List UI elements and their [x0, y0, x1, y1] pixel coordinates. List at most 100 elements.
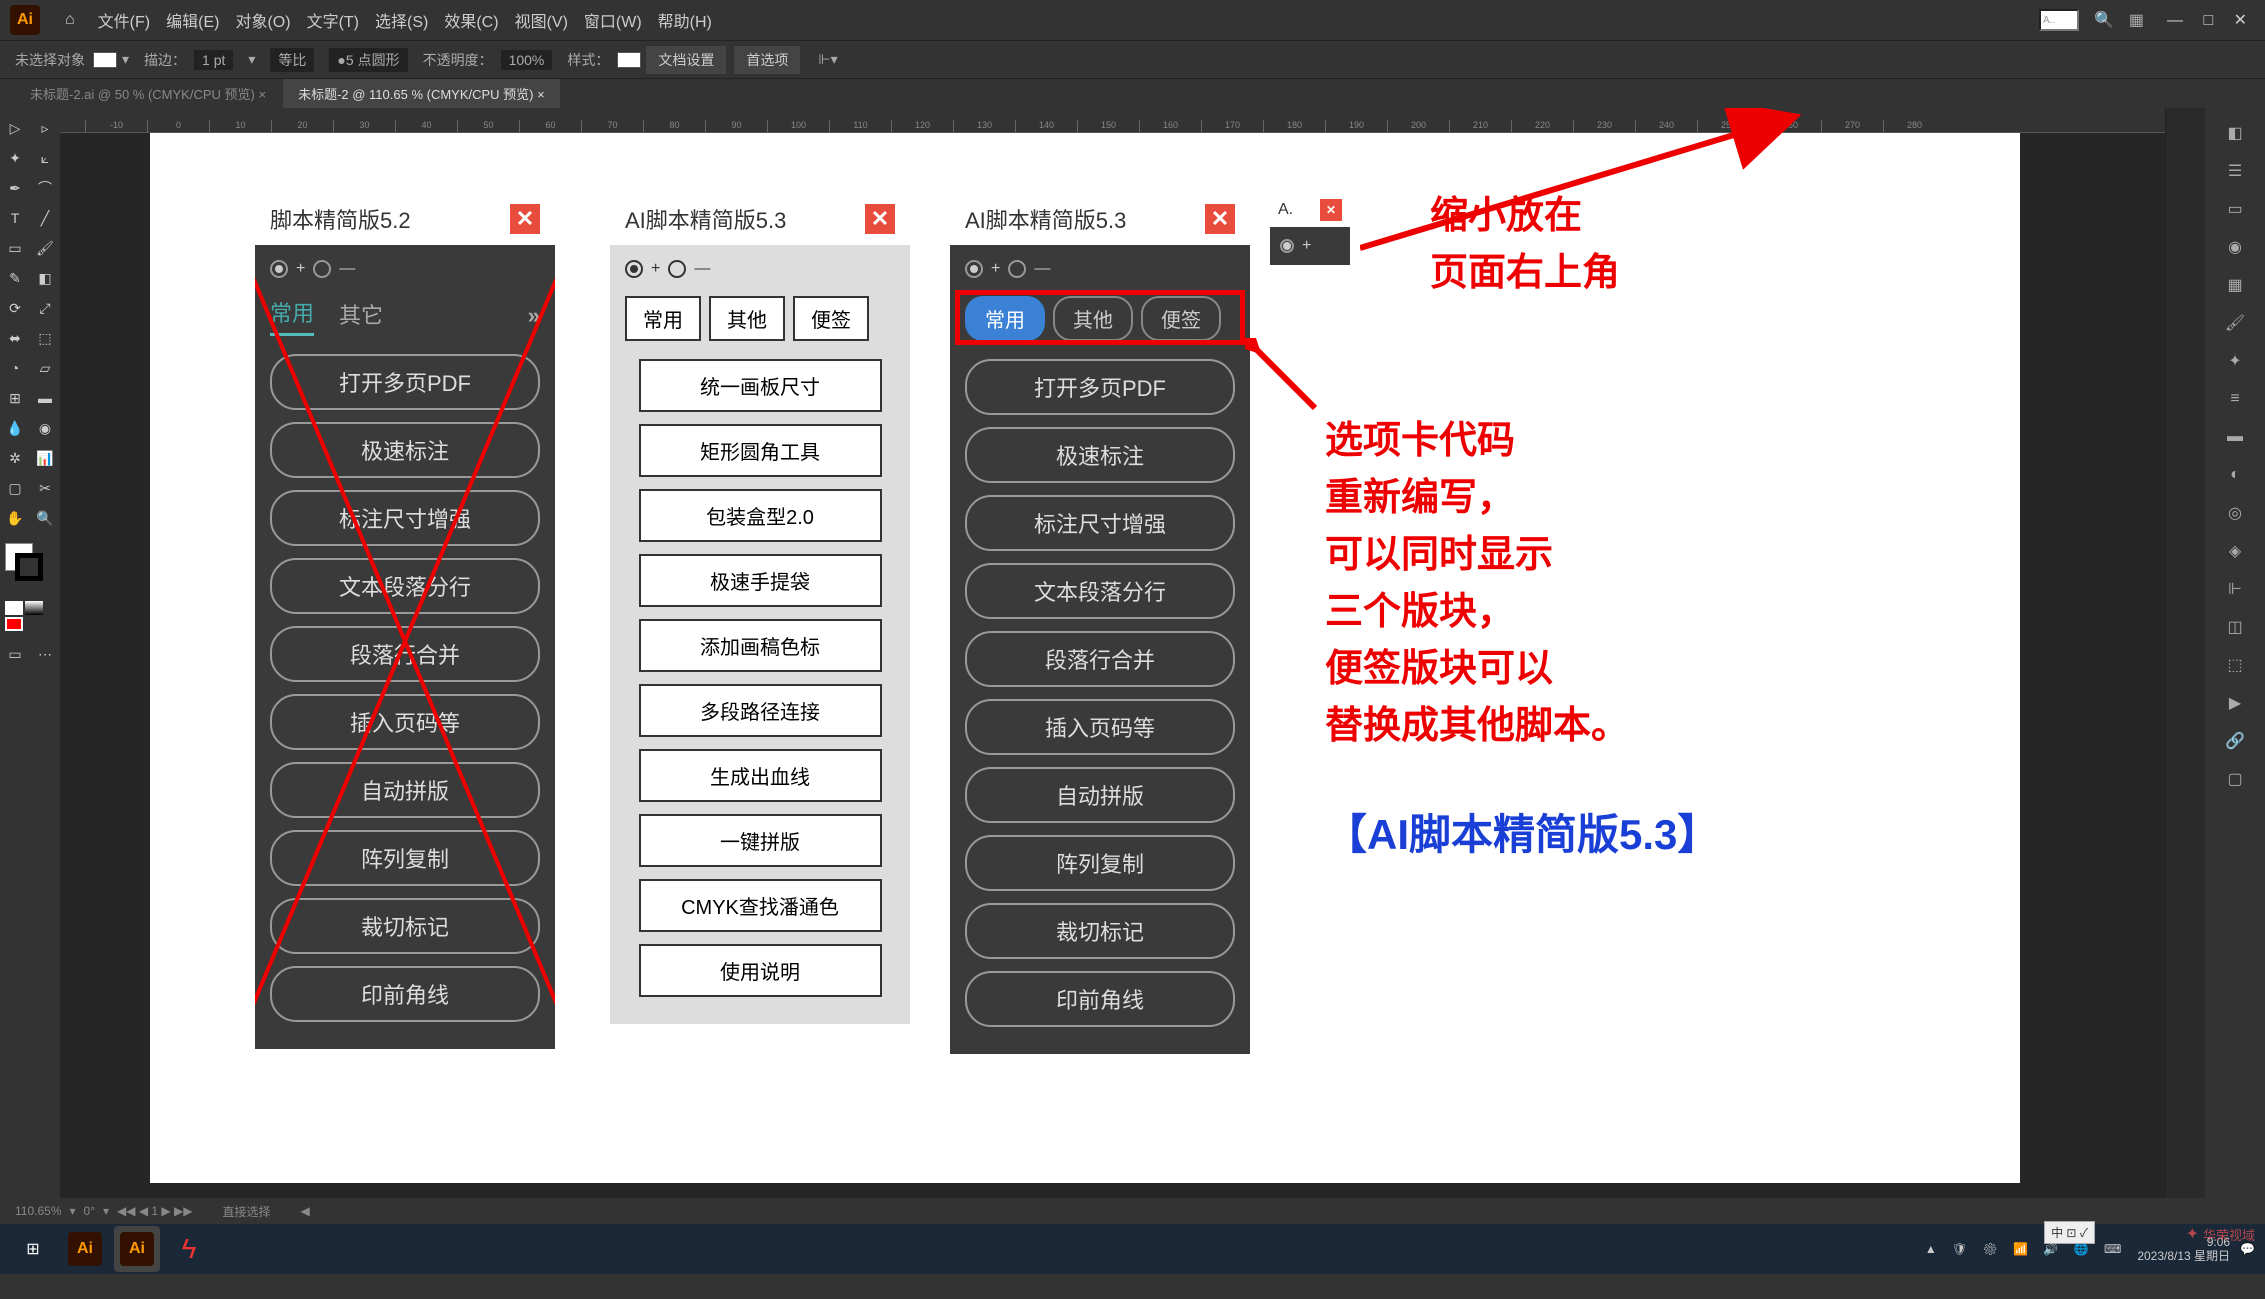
btn-crop-marks[interactable]: 裁切标记 — [270, 898, 540, 954]
btn-crop-marks[interactable]: 裁切标记 — [965, 903, 1235, 959]
direct-selection-tool[interactable]: ▹ — [30, 113, 60, 143]
lasso-tool[interactable]: ⟀ — [30, 143, 60, 173]
selection-tool[interactable]: ▷ — [0, 113, 30, 143]
brush-tool[interactable]: 🖌 — [30, 233, 60, 263]
minimize-button[interactable]: — — [2167, 12, 2183, 29]
btn-array-copy[interactable]: 阵列复制 — [965, 835, 1235, 891]
menu-view[interactable]: 视图(V) — [515, 8, 568, 32]
menu-window[interactable]: 窗口(W) — [584, 8, 642, 32]
radio-on-icon[interactable] — [625, 260, 643, 278]
task-ai-2[interactable]: Ai — [114, 1226, 160, 1272]
btn-path-connect[interactable]: 多段路径连接 — [639, 684, 882, 737]
fill-stroke-indicator[interactable] — [5, 543, 45, 583]
width-tool[interactable]: ⬌ — [0, 323, 30, 353]
radio-off-icon[interactable] — [313, 260, 331, 278]
opacity-value[interactable]: 100% — [501, 50, 553, 70]
tab-other[interactable]: 其它 — [339, 298, 383, 335]
btn-one-click-impose[interactable]: 一键拼版 — [639, 814, 882, 867]
menu-edit[interactable]: 编辑(E) — [166, 8, 219, 32]
uniform-scale[interactable]: 等比 — [270, 48, 314, 72]
btn-dim-enhance[interactable]: 标注尺寸增强 — [270, 490, 540, 546]
btn-fast-annotate[interactable]: 极速标注 — [270, 422, 540, 478]
btn-auto-impose[interactable]: 自动拼版 — [270, 762, 540, 818]
graphic-styles-icon[interactable]: ◈ — [2220, 536, 2250, 566]
preferences-button[interactable]: 首选项 — [734, 46, 800, 74]
btn-color-swatch[interactable]: 添加画稿色标 — [639, 619, 882, 672]
tab-other[interactable]: 其他 — [709, 296, 785, 341]
btn-para-merge[interactable]: 段落行合并 — [270, 626, 540, 682]
radio-on-icon[interactable] — [1280, 239, 1294, 253]
color-icon[interactable]: ◉ — [2220, 232, 2250, 262]
btn-unify-artboard[interactable]: 统一画板尺寸 — [639, 359, 882, 412]
radio-off-icon[interactable] — [668, 260, 686, 278]
close-icon[interactable]: ✕ — [510, 204, 540, 234]
mini-panel-input[interactable] — [2039, 9, 2079, 31]
zoom-tool[interactable]: 🔍 — [30, 503, 60, 533]
radio-off-icon[interactable] — [1008, 260, 1026, 278]
radio-row[interactable]: + — — [270, 260, 540, 278]
mesh-tool[interactable]: ⊞ — [0, 383, 30, 413]
align-icon[interactable]: ⊩ — [2220, 574, 2250, 604]
transform-icon[interactable]: ⬚ — [2220, 650, 2250, 680]
btn-fast-annotate[interactable]: 极速标注 — [965, 427, 1235, 483]
start-button[interactable]: ⊞ — [10, 1226, 56, 1272]
task-app-3[interactable]: ϟ — [166, 1226, 212, 1272]
btn-bleed-line[interactable]: 生成出血线 — [639, 749, 882, 802]
shaper-tool[interactable]: ✎ — [0, 263, 30, 293]
artboard-tool[interactable]: ▢ — [0, 473, 30, 503]
brushes-icon[interactable]: 🖌 — [2220, 308, 2250, 338]
btn-page-number[interactable]: 插入页码等 — [270, 694, 540, 750]
close-tab-icon[interactable]: × — [258, 87, 266, 102]
layers-icon[interactable]: ☰ — [2220, 156, 2250, 186]
radio-row[interactable]: + — [1280, 237, 1340, 255]
btn-box-type[interactable]: 包装盒型2.0 — [639, 489, 882, 542]
radio-on-icon[interactable] — [965, 260, 983, 278]
graph-tool[interactable]: 📊 — [30, 443, 60, 473]
hand-tool[interactable]: ✋ — [0, 503, 30, 533]
scale-tool[interactable]: ⤢ — [30, 293, 60, 323]
btn-instructions[interactable]: 使用说明 — [639, 944, 882, 997]
radio-on-icon[interactable] — [270, 260, 288, 278]
doc-setup-button[interactable]: 文档设置 — [646, 46, 726, 74]
close-button[interactable]: ✕ — [2234, 12, 2247, 29]
magic-wand-tool[interactable]: ✦ — [0, 143, 30, 173]
actions-icon[interactable]: ▶ — [2220, 688, 2250, 718]
arrange-docs-icon[interactable]: ▦ — [2129, 10, 2144, 30]
menu-help[interactable]: 帮助(H) — [658, 8, 712, 32]
radio-row[interactable]: + — — [625, 260, 895, 278]
slice-tool[interactable]: ✂ — [30, 473, 60, 503]
rectangle-tool[interactable]: ▭ — [0, 233, 30, 263]
tab-common[interactable]: 常用 — [625, 296, 701, 341]
close-icon[interactable]: ✕ — [1320, 199, 1342, 221]
close-icon[interactable]: ✕ — [865, 204, 895, 234]
rotation-angle[interactable]: 0° — [84, 1204, 95, 1218]
canvas[interactable]: -100102030405060708090100110120130140150… — [60, 108, 2165, 1198]
artboard-nav[interactable]: ◀◀ ◀ 1 ▶ ▶▶ — [117, 1204, 192, 1218]
swatches-icon[interactable]: ▦ — [2220, 270, 2250, 300]
perspective-tool[interactable]: ▱ — [30, 353, 60, 383]
blend-tool[interactable]: ◉ — [30, 413, 60, 443]
doc-tab-2[interactable]: 未标题-2 @ 110.65 % (CMYK/CPU 预览) × — [283, 79, 560, 108]
menu-file[interactable]: 文件(F) — [98, 8, 150, 32]
menu-type[interactable]: 文字(T) — [307, 8, 359, 32]
eraser-tool[interactable]: ◧ — [30, 263, 60, 293]
free-transform-tool[interactable]: ⬚ — [30, 323, 60, 353]
btn-auto-impose[interactable]: 自动拼版 — [965, 767, 1235, 823]
eyedropper-tool[interactable]: 💧 — [0, 413, 30, 443]
btn-text-split[interactable]: 文本段落分行 — [270, 558, 540, 614]
artboards-icon[interactable]: ▢ — [2220, 764, 2250, 794]
zoom-level[interactable]: 110.65% — [15, 1204, 61, 1218]
ime-indicator[interactable]: 中 ⊡ ✓ — [2044, 1221, 2095, 1244]
chevron-right-icon[interactable]: » — [528, 303, 540, 329]
btn-array-copy[interactable]: 阵列复制 — [270, 830, 540, 886]
appearance-icon[interactable]: ◎ — [2220, 498, 2250, 528]
tab-notes[interactable]: 便签 — [793, 296, 869, 341]
type-tool[interactable]: T — [0, 203, 30, 233]
btn-open-pdf[interactable]: 打开多页PDF — [270, 354, 540, 410]
links-icon[interactable]: 🔗 — [2220, 726, 2250, 756]
edit-toolbar[interactable]: ⋯ — [30, 639, 60, 669]
tab-common[interactable]: 常用 — [270, 296, 314, 336]
notifications-icon[interactable]: 💬 — [2240, 1242, 2255, 1256]
libraries-icon[interactable]: ▭ — [2220, 194, 2250, 224]
curvature-tool[interactable]: ⌒ — [30, 173, 60, 203]
